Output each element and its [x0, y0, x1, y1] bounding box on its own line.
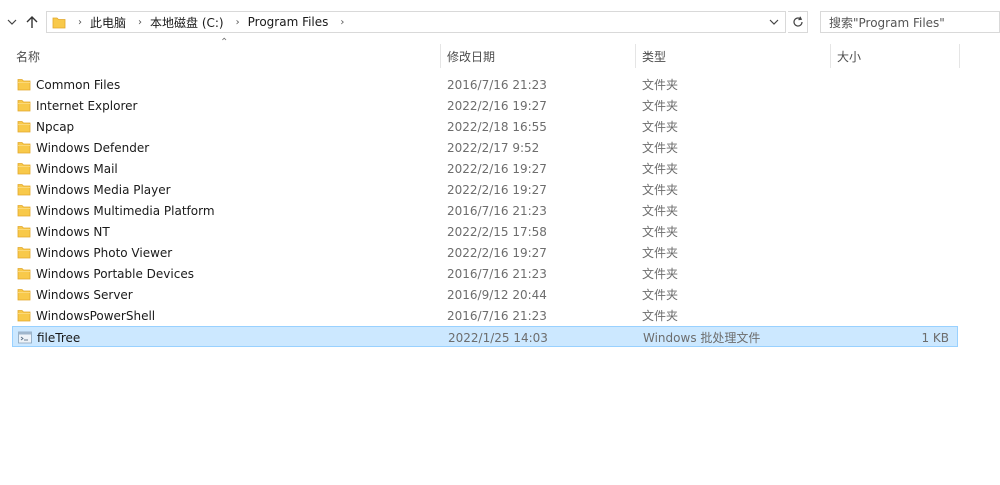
breadcrumb-this-pc[interactable]: 此电脑 [90, 14, 126, 31]
chevron-down-icon [7, 19, 17, 25]
file-type: 文件夹 [642, 267, 679, 281]
folder-icon [17, 309, 31, 322]
file-row[interactable]: Windows Photo Viewer 2022/2/16 19:27 文件夹 [12, 242, 958, 263]
file-type: 文件夹 [642, 99, 679, 113]
file-name: Windows Media Player [36, 182, 171, 197]
file-name: Internet Explorer [36, 98, 138, 113]
file-name: Windows Portable Devices [36, 266, 194, 281]
folder-icon [17, 267, 31, 280]
column-divider[interactable] [959, 44, 960, 68]
folder-icon [52, 15, 66, 29]
address-history-dropdown[interactable] [767, 15, 781, 29]
file-row[interactable]: Windows Defender 2022/2/17 9:52 文件夹 [12, 137, 958, 158]
file-type: 文件夹 [642, 204, 679, 218]
chevron-right-icon: › [78, 16, 82, 28]
file-name: Windows Mail [36, 161, 118, 176]
file-modified-date: 2016/7/16 21:23 [447, 77, 547, 92]
file-modified-date: 2022/2/16 19:27 [447, 161, 547, 176]
file-name: Windows Multimedia Platform [36, 203, 215, 218]
file-row[interactable]: Windows Media Player 2022/2/16 19:27 文件夹 [12, 179, 958, 200]
file-type: 文件夹 [642, 141, 679, 155]
file-row[interactable]: Windows Multimedia Platform 2016/7/16 21:… [12, 200, 958, 221]
column-type[interactable]: 类型 [636, 44, 830, 68]
file-type: 文件夹 [642, 246, 679, 260]
column-header: ⌃ 名称 修改日期 类型 大小 [0, 37, 1000, 68]
folder-icon [17, 120, 31, 133]
column-name[interactable]: 名称 [10, 44, 440, 68]
column-size[interactable]: 大小 [831, 44, 959, 68]
file-type: 文件夹 [642, 225, 679, 239]
file-type: 文件夹 [642, 309, 679, 323]
file-row[interactable]: Internet Explorer 2022/2/16 19:27 文件夹 [12, 95, 958, 116]
file-name: Npcap [36, 119, 75, 134]
file-modified-date: 2016/7/16 21:23 [447, 308, 547, 323]
file-row[interactable]: Common Files 2016/7/16 21:23 文件夹 [12, 74, 958, 95]
file-type: 文件夹 [642, 288, 679, 302]
folder-icon [17, 99, 31, 112]
file-modified-date: 2022/2/16 19:27 [447, 245, 547, 260]
file-name: Windows Photo Viewer [36, 245, 173, 260]
folder-icon [17, 141, 31, 154]
up-button[interactable] [22, 12, 42, 32]
chevron-right-icon[interactable]: › [236, 17, 240, 28]
recent-locations-button[interactable] [4, 12, 20, 32]
file-name: Common Files [36, 77, 121, 92]
folder-icon [17, 162, 31, 175]
file-row[interactable]: Windows NT 2022/2/15 17:58 文件夹 [12, 221, 958, 242]
search-placeholder: 搜索"Program Files" [829, 15, 945, 30]
column-date[interactable]: 修改日期 [441, 44, 635, 68]
breadcrumb-local-disk[interactable]: 本地磁盘 (C:) [150, 14, 224, 31]
file-name: Windows Server [36, 287, 133, 302]
file-type: Windows 批处理文件 [643, 331, 761, 345]
folder-icon [17, 288, 31, 301]
file-modified-date: 2022/2/17 9:52 [447, 140, 540, 155]
file-type: 文件夹 [642, 78, 679, 92]
file-modified-date: 2016/7/16 21:23 [447, 203, 547, 218]
file-modified-date: 2016/7/16 21:23 [447, 266, 547, 281]
navigation-bar: › 此电脑 › 本地磁盘 (C:) › Program Files › 搜索"P… [0, 0, 1000, 44]
chevron-down-icon [769, 19, 779, 25]
file-name: WindowsPowerShell [36, 308, 156, 323]
file-type: 文件夹 [642, 120, 679, 134]
file-type: 文件夹 [642, 162, 679, 176]
folder-icon [17, 246, 31, 259]
folder-icon [17, 225, 31, 238]
file-modified-date: 2016/9/12 20:44 [447, 287, 547, 302]
search-box[interactable]: 搜索"Program Files" [820, 11, 1000, 33]
folder-icon [17, 204, 31, 217]
chevron-right-icon[interactable]: › [340, 17, 344, 28]
chevron-right-icon[interactable]: › [138, 17, 142, 28]
file-row[interactable]: fileTree 2022/1/25 14:03 Windows 批处理文件 1 KB [12, 326, 958, 347]
arrow-up-icon [26, 16, 38, 28]
file-modified-date: 2022/2/16 19:27 [447, 98, 547, 113]
file-row[interactable]: Windows Mail 2022/2/16 19:27 文件夹 [12, 158, 958, 179]
file-row[interactable]: Npcap 2022/2/18 16:55 文件夹 [12, 116, 958, 137]
refresh-icon [792, 16, 803, 27]
file-modified-date: 2022/2/18 16:55 [447, 119, 547, 134]
file-row[interactable]: WindowsPowerShell 2016/7/16 21:23 文件夹 [12, 305, 958, 326]
file-size: 1 KB [921, 330, 949, 345]
file-row[interactable]: Windows Portable Devices 2016/7/16 21:23 文… [12, 263, 958, 284]
file-name: Windows Defender [36, 140, 150, 155]
file-modified-date: 2022/2/15 17:58 [447, 224, 547, 239]
batch-file-icon [18, 331, 32, 344]
file-name: fileTree [37, 330, 81, 345]
file-name: Windows NT [36, 224, 110, 239]
refresh-button[interactable] [788, 11, 808, 33]
folder-icon [17, 183, 31, 196]
file-type: 文件夹 [642, 183, 679, 197]
file-modified-date: 2022/2/16 19:27 [447, 182, 547, 197]
folder-icon [17, 78, 31, 91]
address-bar[interactable]: › 此电脑 › 本地磁盘 (C:) › Program Files › [46, 11, 786, 33]
file-modified-date: 2022/1/25 14:03 [448, 330, 548, 345]
file-row[interactable]: Windows Server 2016/9/12 20:44 文件夹 [12, 284, 958, 305]
breadcrumb-program-files[interactable]: Program Files [248, 15, 329, 29]
